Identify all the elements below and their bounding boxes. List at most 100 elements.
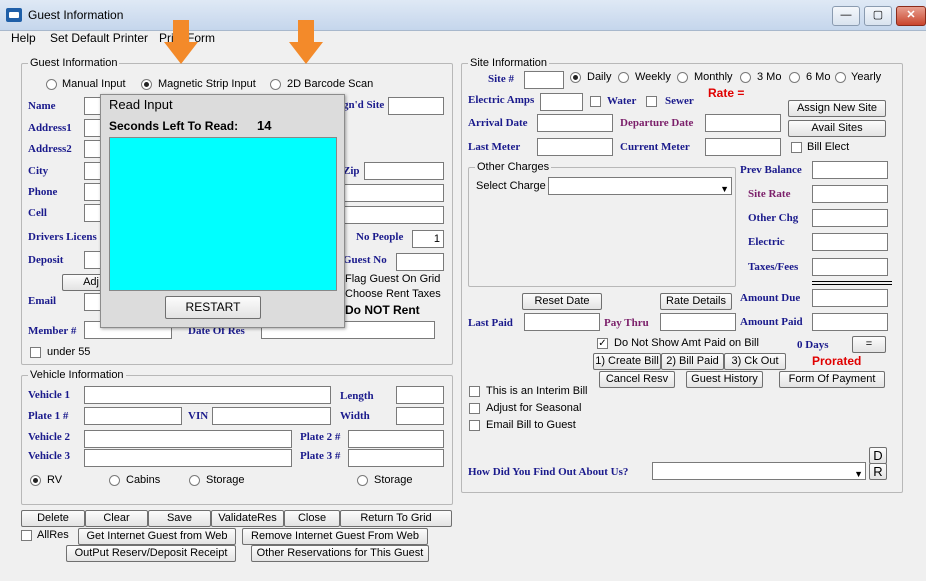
do-not-rent-label[interactable]: Do NOT Rent (345, 303, 420, 317)
all-res-checkbox[interactable] (21, 530, 32, 541)
choose-rent-taxes-label[interactable]: Choose Rent Taxes (345, 288, 441, 300)
check-out-button[interactable]: 3) Ck Out (724, 353, 786, 370)
amount-paid-label: Amount Paid (740, 316, 803, 328)
title-bar: Guest Information — ▢ ✕ (0, 0, 926, 31)
barcode-scan-radio[interactable] (270, 79, 281, 90)
plate1-input[interactable] (84, 407, 182, 425)
cabins-radio[interactable] (109, 475, 120, 486)
restart-button[interactable]: RESTART (165, 296, 261, 319)
plate3-input[interactable] (348, 449, 444, 467)
how-found-dropdown[interactable]: ▼ (652, 462, 866, 480)
storage-radio-1[interactable] (189, 475, 200, 486)
clear-button[interactable]: Clear (85, 510, 148, 527)
plate2-input[interactable] (348, 430, 444, 448)
vehicle3-input[interactable] (84, 449, 292, 467)
create-bill-button[interactable]: 1) Create Bill (593, 353, 661, 370)
flag-guest-label[interactable]: Flag Guest On Grid (345, 273, 440, 285)
bill-paid-button[interactable]: 2) Bill Paid (661, 353, 724, 370)
close-window-button[interactable]: ✕ (896, 6, 926, 26)
current-meter-input[interactable] (705, 138, 781, 156)
cancel-resv-button[interactable]: Cancel Resv (599, 371, 675, 388)
read-input-dialog: Read Input Seconds Left To Read: 14 REST… (100, 94, 345, 328)
remove-internet-guest-button[interactable]: Remove Internet Guest From Web (242, 528, 428, 545)
maximize-button[interactable]: ▢ (864, 6, 892, 26)
monthly-radio[interactable] (677, 72, 688, 83)
guest-history-button[interactable]: Guest History (686, 371, 763, 388)
width-input[interactable] (396, 407, 444, 425)
vehicle2-input[interactable] (84, 430, 292, 448)
last-meter-input[interactable] (537, 138, 613, 156)
phone-extra-input[interactable] (343, 184, 444, 202)
guest-no-input[interactable] (396, 253, 444, 271)
sewer-checkbox[interactable] (646, 96, 657, 107)
electric-amps-input[interactable] (540, 93, 583, 111)
delete-button[interactable]: Delete (21, 510, 85, 527)
under-55-checkbox[interactable] (30, 347, 41, 358)
avail-sites-button[interactable]: Avail Sites (788, 120, 886, 137)
prev-balance-input[interactable] (812, 161, 888, 179)
d-button[interactable]: D (869, 447, 887, 464)
email-bill-checkbox[interactable] (469, 420, 480, 431)
last-paid-input[interactable] (524, 313, 600, 331)
validate-res-button[interactable]: ValidateRes (211, 510, 284, 527)
close-button[interactable]: Close (284, 510, 340, 527)
three-month-label: 3 Mo (757, 71, 782, 83)
pay-thru-input[interactable] (660, 313, 736, 331)
site-rate-input[interactable] (812, 185, 888, 203)
assign-new-site-button[interactable]: Assign New Site (788, 100, 886, 117)
site-information-legend: Site Information (470, 57, 548, 69)
assigned-site-input[interactable] (388, 97, 444, 115)
zip-input[interactable] (364, 162, 444, 180)
return-to-grid-button[interactable]: Return To Grid (340, 510, 452, 527)
all-res-label: AllRes (37, 529, 69, 541)
guest-no-label: Guest No (343, 254, 387, 266)
save-button[interactable]: Save (148, 510, 211, 527)
adjust-seasonal-checkbox[interactable] (469, 403, 480, 414)
vin-input[interactable] (212, 407, 331, 425)
no-people-input[interactable]: 1 (412, 230, 444, 248)
rv-radio[interactable] (30, 475, 41, 486)
taxes-fees-input[interactable] (812, 258, 888, 276)
output-receipt-button[interactable]: OutPut Reserv/Deposit Receipt (66, 545, 236, 562)
guest-information-legend: Guest Information (30, 57, 118, 69)
menu-set-default-printer[interactable]: Set Default Printer (50, 31, 148, 45)
site-number-input[interactable] (524, 71, 564, 89)
amount-due-input[interactable] (812, 289, 888, 307)
bill-elect-checkbox[interactable] (791, 142, 802, 153)
rate-details-button[interactable]: Rate Details (660, 293, 732, 310)
amount-paid-input[interactable] (812, 313, 888, 331)
get-internet-guest-button[interactable]: Get Internet Guest from Web (78, 528, 236, 545)
other-reservations-button[interactable]: Other Reservations for This Guest (251, 545, 429, 562)
magnetic-strip-radio[interactable] (141, 79, 152, 90)
arrival-date-input[interactable] (537, 114, 613, 132)
daily-radio[interactable] (570, 72, 581, 83)
window-title: Guest Information (28, 8, 124, 22)
three-month-radio[interactable] (740, 72, 751, 83)
six-month-radio[interactable] (789, 72, 800, 83)
menu-help[interactable]: Help (11, 31, 36, 45)
reset-date-button[interactable]: Reset Date (522, 293, 602, 310)
manual-input-radio[interactable] (46, 79, 57, 90)
yearly-radio[interactable] (835, 72, 846, 83)
cell-extra-input[interactable] (343, 206, 444, 224)
adjust-seasonal-label: Adjust for Seasonal (486, 402, 582, 414)
weekly-radio[interactable] (618, 72, 629, 83)
vehicle1-input[interactable] (84, 386, 331, 404)
do-not-show-checkbox[interactable]: ✓ (597, 338, 608, 349)
departure-date-input[interactable] (705, 114, 781, 132)
interim-bill-checkbox[interactable] (469, 386, 480, 397)
seconds-left-label: Seconds Left To Read: (109, 119, 239, 133)
length-input[interactable] (396, 386, 444, 404)
select-charge-dropdown[interactable]: ▼ (548, 177, 732, 195)
other-chg-input[interactable] (812, 209, 888, 227)
minimize-button[interactable]: — (832, 6, 860, 26)
adjust-deposit-button[interactable]: Adj (62, 274, 102, 291)
equals-button[interactable]: = (852, 336, 886, 353)
name-label: Name (28, 100, 56, 112)
r-button[interactable]: R (869, 463, 887, 480)
electric-input[interactable] (812, 233, 888, 251)
water-checkbox[interactable] (590, 96, 601, 107)
card-read-area[interactable] (109, 137, 337, 291)
form-of-payment-button[interactable]: Form Of Payment (779, 371, 885, 388)
storage-radio-2[interactable] (357, 475, 368, 486)
